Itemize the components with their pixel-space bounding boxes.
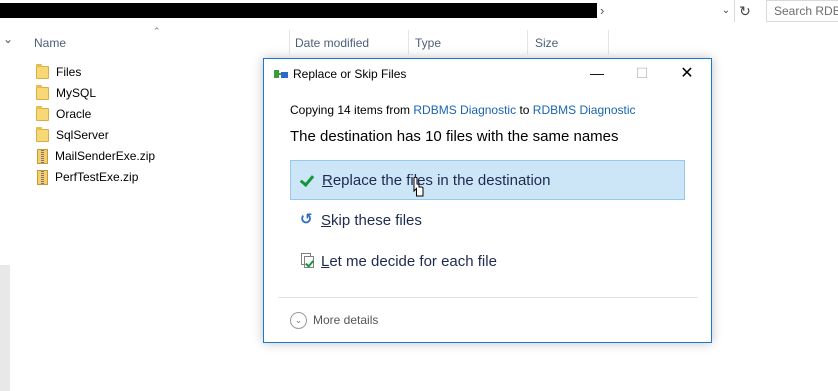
file-name: MailSenderExe.zip [55, 149, 156, 163]
file-name: Oracle [56, 107, 92, 121]
refresh-icon[interactable]: ↻ [734, 0, 755, 22]
decide-icon [300, 253, 316, 269]
file-row[interactable]: Oracle [36, 104, 91, 124]
search-box[interactable] [766, 0, 838, 22]
file-row[interactable]: SqlServer [36, 125, 109, 145]
column-divider[interactable] [527, 30, 528, 54]
chevron-down-icon[interactable]: ⌄ [3, 33, 13, 45]
replace-files-option[interactable]: Replace the files in the destination [290, 160, 685, 200]
file-row[interactable]: PerfTestExe.zip [36, 167, 138, 187]
column-divider[interactable] [289, 30, 290, 54]
column-header-size[interactable]: Size [535, 33, 558, 53]
close-button[interactable]: ✕ [664, 59, 710, 88]
more-details-label: More details [313, 313, 379, 327]
option-label: Replace the files in the destination [322, 172, 551, 189]
dialog-title-bar[interactable]: Replace or Skip Files — ☐ ✕ [264, 59, 711, 89]
column-header-date-modified[interactable]: Date modified [295, 33, 369, 53]
minimize-button[interactable]: — [574, 59, 620, 88]
folder-icon [36, 126, 49, 142]
file-row[interactable]: MySQL [36, 83, 96, 103]
zip-icon [37, 148, 48, 164]
replace-or-skip-dialog: Replace or Skip Files — ☐ ✕ Copying 14 i… [263, 58, 712, 343]
file-row[interactable]: Files [36, 62, 81, 82]
file-name: MySQL [56, 86, 97, 100]
mouse-cursor-icon [413, 177, 424, 197]
conflict-message: The destination has 10 files with the sa… [290, 128, 619, 145]
file-copy-icon [274, 70, 288, 79]
file-name: SqlServer [56, 128, 109, 142]
zip-icon [37, 169, 48, 185]
copy-summary: Copying 14 items from RDBMS Diagnostic t… [290, 103, 636, 117]
option-label: Let me decide for each file [321, 253, 497, 270]
destination-link[interactable]: RDBMS Diagnostic [533, 103, 636, 117]
option-label: Skip these files [321, 212, 422, 229]
column-divider[interactable] [608, 30, 609, 54]
more-details-toggle[interactable]: ⌄ More details [290, 310, 378, 330]
copy-prefix: Copying 14 items from [290, 103, 411, 117]
nav-pane-scrollbar[interactable] [0, 265, 10, 391]
folder-icon [36, 105, 49, 121]
sort-ascending-icon: ⌃ [153, 26, 161, 36]
file-row[interactable]: MailSenderExe.zip [36, 146, 155, 166]
folder-icon [36, 84, 49, 100]
to-word: to [519, 103, 530, 117]
folder-icon [36, 63, 49, 79]
dialog-title: Replace or Skip Files [293, 67, 407, 81]
skip-files-option[interactable]: ↺ Skip these files [290, 201, 685, 241]
skip-icon: ↺ [300, 211, 313, 228]
address-bar-redacted [0, 3, 597, 18]
address-dropdown-icon[interactable]: ⌄ [719, 4, 733, 18]
chevron-down-circle-icon: ⌄ [290, 311, 307, 329]
check-icon [301, 172, 317, 188]
file-name: PerfTestExe.zip [55, 170, 139, 184]
search-input[interactable] [767, 1, 838, 21]
column-header-type[interactable]: Type [415, 33, 441, 53]
file-name: Files [56, 65, 82, 79]
column-header-name[interactable]: Name [34, 33, 66, 53]
column-divider[interactable] [408, 30, 409, 54]
source-link[interactable]: RDBMS Diagnostic [413, 103, 516, 117]
chevron-right-icon[interactable]: › [600, 4, 610, 18]
maximize-button[interactable]: ☐ [619, 59, 665, 88]
decide-each-file-option[interactable]: Let me decide for each file [290, 242, 685, 282]
footer-divider [278, 297, 698, 298]
